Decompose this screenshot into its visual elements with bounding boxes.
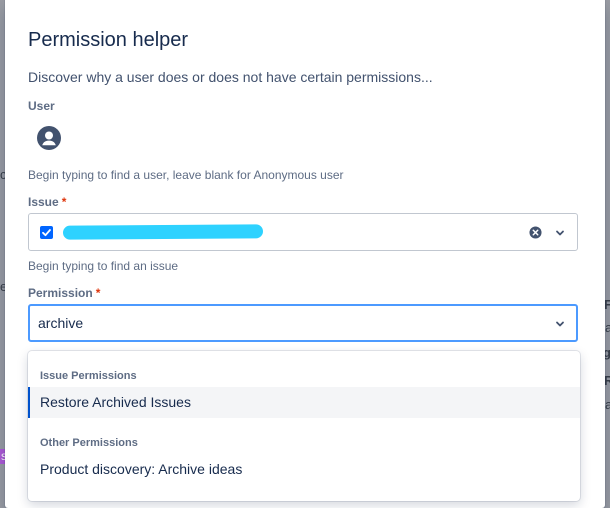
required-mark: * [61,195,67,209]
chevron-down-icon[interactable] [555,319,565,329]
background-text-fragment: a [605,397,610,412]
user-label: User [28,99,55,113]
permission-dropdown-menu: Issue Permissions Restore Archived Issue… [28,351,580,501]
issue-label-text: Issue [28,195,59,209]
permission-input[interactable]: archive [38,315,83,331]
permission-select[interactable]: archive [28,304,578,342]
issue-checkbox[interactable] [40,226,53,239]
issue-select[interactable] [28,213,578,251]
permission-helper-dialog: Permission helper Discover why a user do… [5,0,605,508]
issue-label: Issue * [28,195,66,209]
dialog-title: Permission helper [28,29,189,51]
permission-label: Permission * [28,286,100,300]
permission-label-text: Permission [28,286,93,300]
user-avatar-icon[interactable] [37,126,61,150]
clear-icon[interactable] [529,226,542,239]
checkmark-icon [42,229,51,237]
group-label-other-permissions: Other Permissions [40,437,138,449]
user-helper-text: Begin typing to find a user, leave blank… [28,168,344,182]
chevron-down-icon[interactable] [555,228,565,238]
dialog-description: Discover why a user does or does not hav… [28,69,433,85]
background-text-fragment: a [605,320,610,335]
required-mark: * [95,286,101,300]
redacted-issue-value [62,224,264,240]
issue-helper-text: Begin typing to find an issue [28,259,179,273]
group-label-issue-permissions: Issue Permissions [40,370,137,382]
option-restore-archived-issues[interactable]: Restore Archived Issues [28,387,580,418]
option-product-discovery-archive-ideas[interactable]: Product discovery: Archive ideas [28,454,580,485]
